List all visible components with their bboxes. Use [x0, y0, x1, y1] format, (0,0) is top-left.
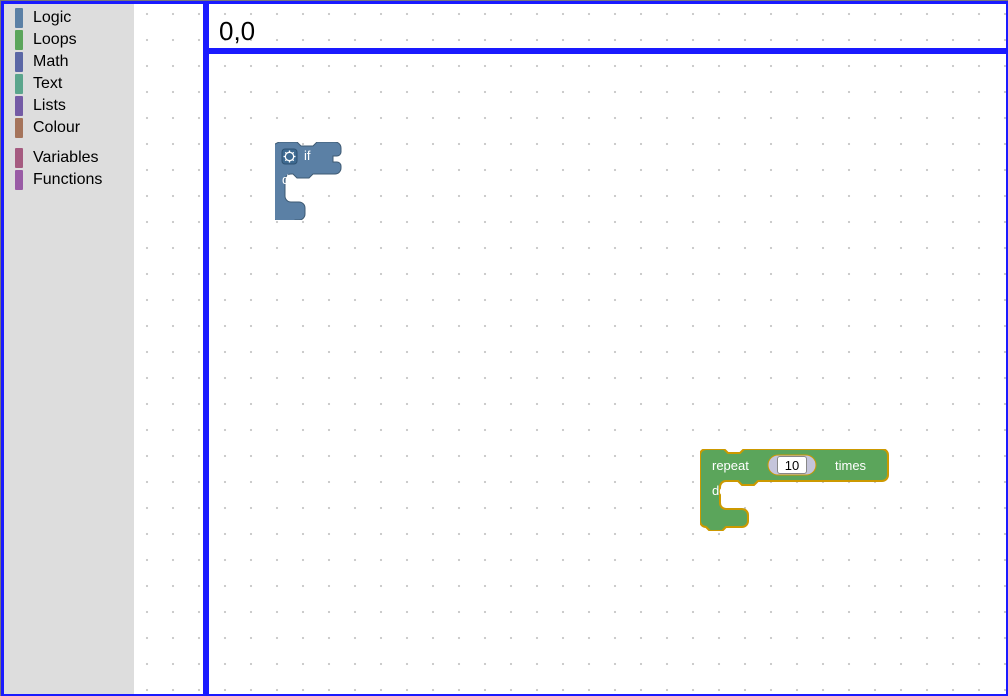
toolbox-item-functions[interactable]: Functions	[1, 169, 134, 191]
workspace[interactable]: if do repeat times do 10	[134, 1, 1007, 695]
toolbox-item-logic[interactable]: Logic	[1, 7, 134, 29]
toolbox-group-1: Logic Loops Math Text Lists Colour	[1, 7, 134, 139]
swatch-icon	[15, 118, 23, 138]
toolbox-item-text[interactable]: Text	[1, 73, 134, 95]
repeat-block[interactable]: repeat times do 10	[700, 449, 900, 536]
toolbox-item-variables[interactable]: Variables	[1, 147, 134, 169]
if-label: if	[304, 148, 311, 163]
repeat-times-label: times	[835, 458, 867, 473]
toolbox-item-colour[interactable]: Colour	[1, 117, 134, 139]
swatch-icon	[15, 74, 23, 94]
toolbox-item-label: Logic	[33, 9, 71, 27]
swatch-icon	[15, 30, 23, 50]
toolbox: Logic Loops Math Text Lists Colour	[1, 1, 134, 695]
toolbox-item-math[interactable]: Math	[1, 51, 134, 73]
repeat-count-input[interactable]: 10	[777, 456, 807, 474]
swatch-icon	[15, 148, 23, 168]
swatch-icon	[15, 52, 23, 72]
toolbox-item-label: Lists	[33, 97, 66, 115]
repeat-label: repeat	[712, 458, 749, 473]
toolbox-item-label: Variables	[33, 149, 99, 167]
toolbox-item-lists[interactable]: Lists	[1, 95, 134, 117]
swatch-icon	[15, 96, 23, 116]
toolbox-item-label: Functions	[33, 171, 102, 189]
gear-icon[interactable]	[282, 149, 297, 164]
app-root: Logic Loops Math Text Lists Colour	[0, 0, 1008, 696]
workspace-grid	[134, 1, 1007, 695]
toolbox-item-label: Colour	[33, 119, 80, 137]
swatch-icon	[15, 170, 23, 190]
toolbox-group-2: Variables Functions	[1, 147, 134, 191]
if-block[interactable]: if do	[275, 142, 370, 225]
if-do-label: do	[282, 172, 296, 187]
swatch-icon	[15, 8, 23, 28]
toolbox-item-loops[interactable]: Loops	[1, 29, 134, 51]
toolbox-item-label: Text	[33, 75, 62, 93]
toolbox-item-label: Loops	[33, 31, 77, 49]
toolbox-item-label: Math	[33, 53, 69, 71]
repeat-do-label: do	[712, 483, 726, 498]
